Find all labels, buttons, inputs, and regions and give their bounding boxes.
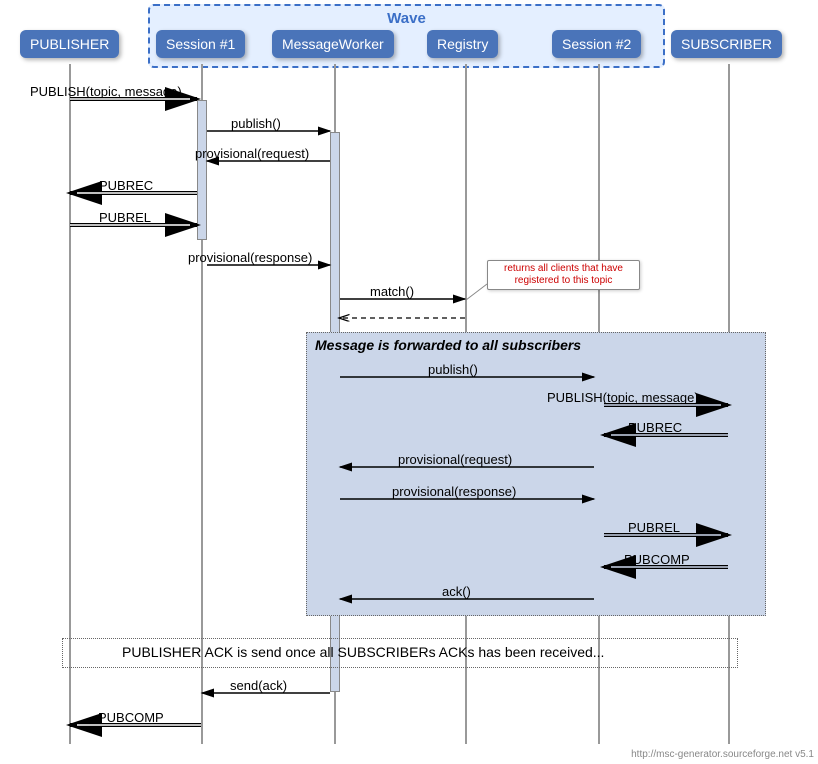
msg-publish2: publish() bbox=[231, 116, 281, 131]
msg-pubrec1: PUBREC bbox=[99, 178, 153, 193]
opt-box-forward: Message is forwarded to all subscribers bbox=[306, 332, 766, 616]
wave-title: Wave bbox=[150, 6, 663, 27]
sequence-diagram: Wave PUBLISHER Session #1 MessageWorker … bbox=[0, 0, 818, 764]
actor-publisher: PUBLISHER bbox=[20, 30, 119, 58]
msg-pubrel1: PUBREL bbox=[99, 210, 151, 225]
divider-text: PUBLISHER ACK is send once all SUBSCRIBE… bbox=[122, 644, 604, 660]
msg-pubrec2: PUBREC bbox=[628, 420, 682, 435]
actor-subscriber: SUBSCRIBER bbox=[671, 30, 782, 58]
msg-match: match() bbox=[370, 284, 414, 299]
msg-pubrel2: PUBREL bbox=[628, 520, 680, 535]
msg-pubcomp1: PUBCOMP bbox=[624, 552, 690, 567]
msg-provresp1: provisional(response) bbox=[188, 250, 312, 265]
msg-publish3: publish() bbox=[428, 362, 478, 377]
actor-messageworker: MessageWorker bbox=[272, 30, 394, 58]
opt-title: Message is forwarded to all subscribers bbox=[307, 333, 765, 357]
actor-session1: Session #1 bbox=[156, 30, 245, 58]
actor-session2: Session #2 bbox=[552, 30, 641, 58]
msg-provreq2: provisional(request) bbox=[398, 452, 512, 467]
msg-publish1: PUBLISH(topic, message) bbox=[30, 84, 182, 99]
msg-provreq1: provisional(request) bbox=[195, 146, 309, 161]
note-match: returns all clients that have registered… bbox=[487, 260, 640, 290]
msg-provresp2: provisional(response) bbox=[392, 484, 516, 499]
msg-pubcomp2: PUBCOMP bbox=[98, 710, 164, 725]
msg-sendack: send(ack) bbox=[230, 678, 287, 693]
actor-registry: Registry bbox=[427, 30, 498, 58]
footer-text: http://msc-generator.sourceforge.net v5.… bbox=[631, 749, 814, 760]
msg-publish4: PUBLISH(topic, message) bbox=[547, 390, 699, 405]
activation-session1 bbox=[197, 100, 207, 240]
msg-ack: ack() bbox=[442, 584, 471, 599]
